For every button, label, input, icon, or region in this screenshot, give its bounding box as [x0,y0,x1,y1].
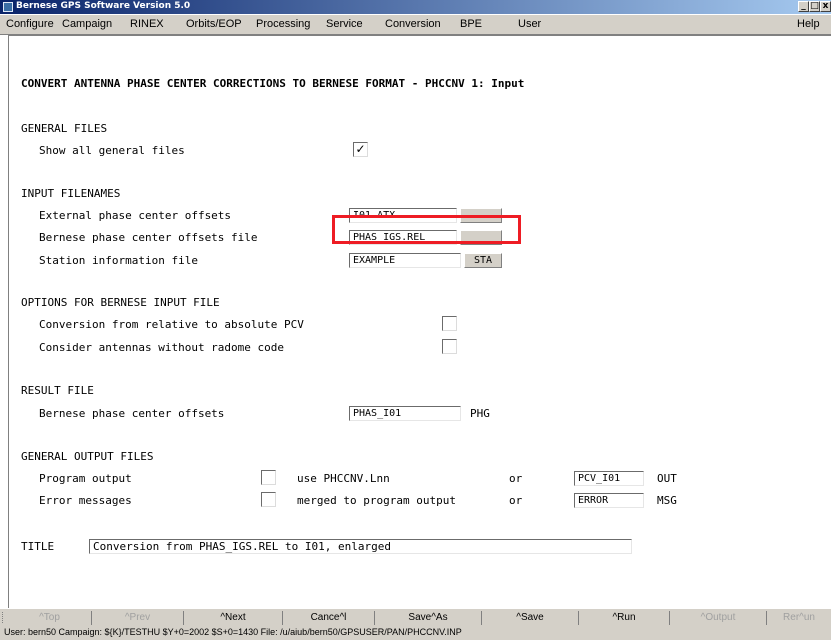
station-info-input[interactable]: EXAMPLE [349,253,461,268]
output-button[interactable]: ^Output [670,611,767,625]
menu-bar: Configure Campaign RINEX Orbits/EOP Proc… [0,15,831,35]
highlight-box [332,215,521,244]
save-button[interactable]: ^Save [482,611,579,625]
menu-bpe[interactable]: BPE [460,18,482,30]
menu-conversion[interactable]: Conversion [385,18,441,30]
relative-to-absolute-checkbox[interactable] [442,316,457,331]
result-offsets-input[interactable]: PHAS_I01 [349,406,461,421]
result-offsets-label: Bernese phase center offsets [39,407,225,420]
program-output-input[interactable]: PCV_I01 [574,471,644,486]
menu-help[interactable]: Help [797,18,820,30]
no-radome-label: Consider antennas without radome code [39,341,285,354]
window-title: Bernese GPS Software Version 5.0 [16,1,191,11]
minimize-button[interactable]: _ [798,1,809,12]
title-label: TITLE [21,540,55,553]
close-button[interactable]: x [820,1,831,12]
menu-rinex[interactable]: RINEX [130,18,164,30]
program-output-or: or [509,472,523,485]
show-all-files-label: Show all general files [39,144,185,157]
bernese-offsets-label: Bernese phase center offsets file [39,231,258,244]
panel-heading: CONVERT ANTENNA PHASE CENTER CORRECTIONS… [21,77,525,90]
relative-to-absolute-label: Conversion from relative to absolute PCV [39,318,304,331]
maximize-button[interactable]: □ [809,1,820,12]
menu-processing[interactable]: Processing [256,18,310,30]
section-input-filenames: INPUT FILENAMES [21,187,121,200]
title-bar: Bernese GPS Software Version 5.0 _ □ x [0,0,831,14]
cancel-button[interactable]: Cance^l [283,611,375,625]
menu-user[interactable]: User [518,18,541,30]
program-output-ext: OUT [657,472,677,485]
show-all-files-checkbox[interactable]: ✓ [353,142,368,157]
error-messages-or: or [509,494,523,507]
error-messages-input[interactable]: ERROR [574,493,644,508]
title-input[interactable]: Conversion from PHAS_IGS.REL to I01, enl… [89,539,632,554]
app-icon [3,2,13,12]
program-output-checkbox[interactable] [261,470,276,485]
status-bar: User: bern50 Campaign: ${K}/TESTHU $Y+0=… [0,625,831,640]
menu-campaign[interactable]: Campaign [62,18,112,30]
section-general-files: GENERAL FILES [21,122,108,135]
action-bar: ^Top ^Prev ^Next Cance^l Save^As ^Save ^… [0,608,831,626]
result-offsets-ext: PHG [470,407,490,420]
error-messages-ext: MSG [657,494,677,507]
rerun-button[interactable]: Rer^un [767,611,831,625]
error-messages-desc: merged to program output [297,494,456,507]
menu-orbits-eop[interactable]: Orbits/EOP [186,18,242,30]
section-result-file: RESULT FILE [21,384,94,397]
next-button[interactable]: ^Next [184,611,283,625]
top-button[interactable]: ^Top [8,611,92,625]
program-output-desc: use PHCCNV.Lnn [297,472,390,485]
error-messages-checkbox[interactable] [261,492,276,507]
program-output-label: Program output [39,472,132,485]
external-offsets-label: External phase center offsets [39,209,232,222]
prev-button[interactable]: ^Prev [92,611,184,625]
station-info-label: Station information file [39,254,198,267]
no-radome-checkbox[interactable] [442,339,457,354]
menu-service[interactable]: Service [326,18,363,30]
menu-configure[interactable]: Configure [6,18,54,30]
section-bernese-input-options: OPTIONS FOR BERNESE INPUT FILE [21,296,220,309]
input-panel: CONVERT ANTENNA PHASE CENTER CORRECTIONS… [8,35,831,608]
window-controls: _ □ x [798,1,831,13]
section-output-files: GENERAL OUTPUT FILES [21,450,154,463]
error-messages-label: Error messages [39,494,132,507]
save-as-button[interactable]: Save^As [375,611,482,625]
toolbar-grip [2,612,7,623]
run-button[interactable]: ^Run [579,611,670,625]
station-info-ext-button[interactable]: STA [464,253,502,268]
